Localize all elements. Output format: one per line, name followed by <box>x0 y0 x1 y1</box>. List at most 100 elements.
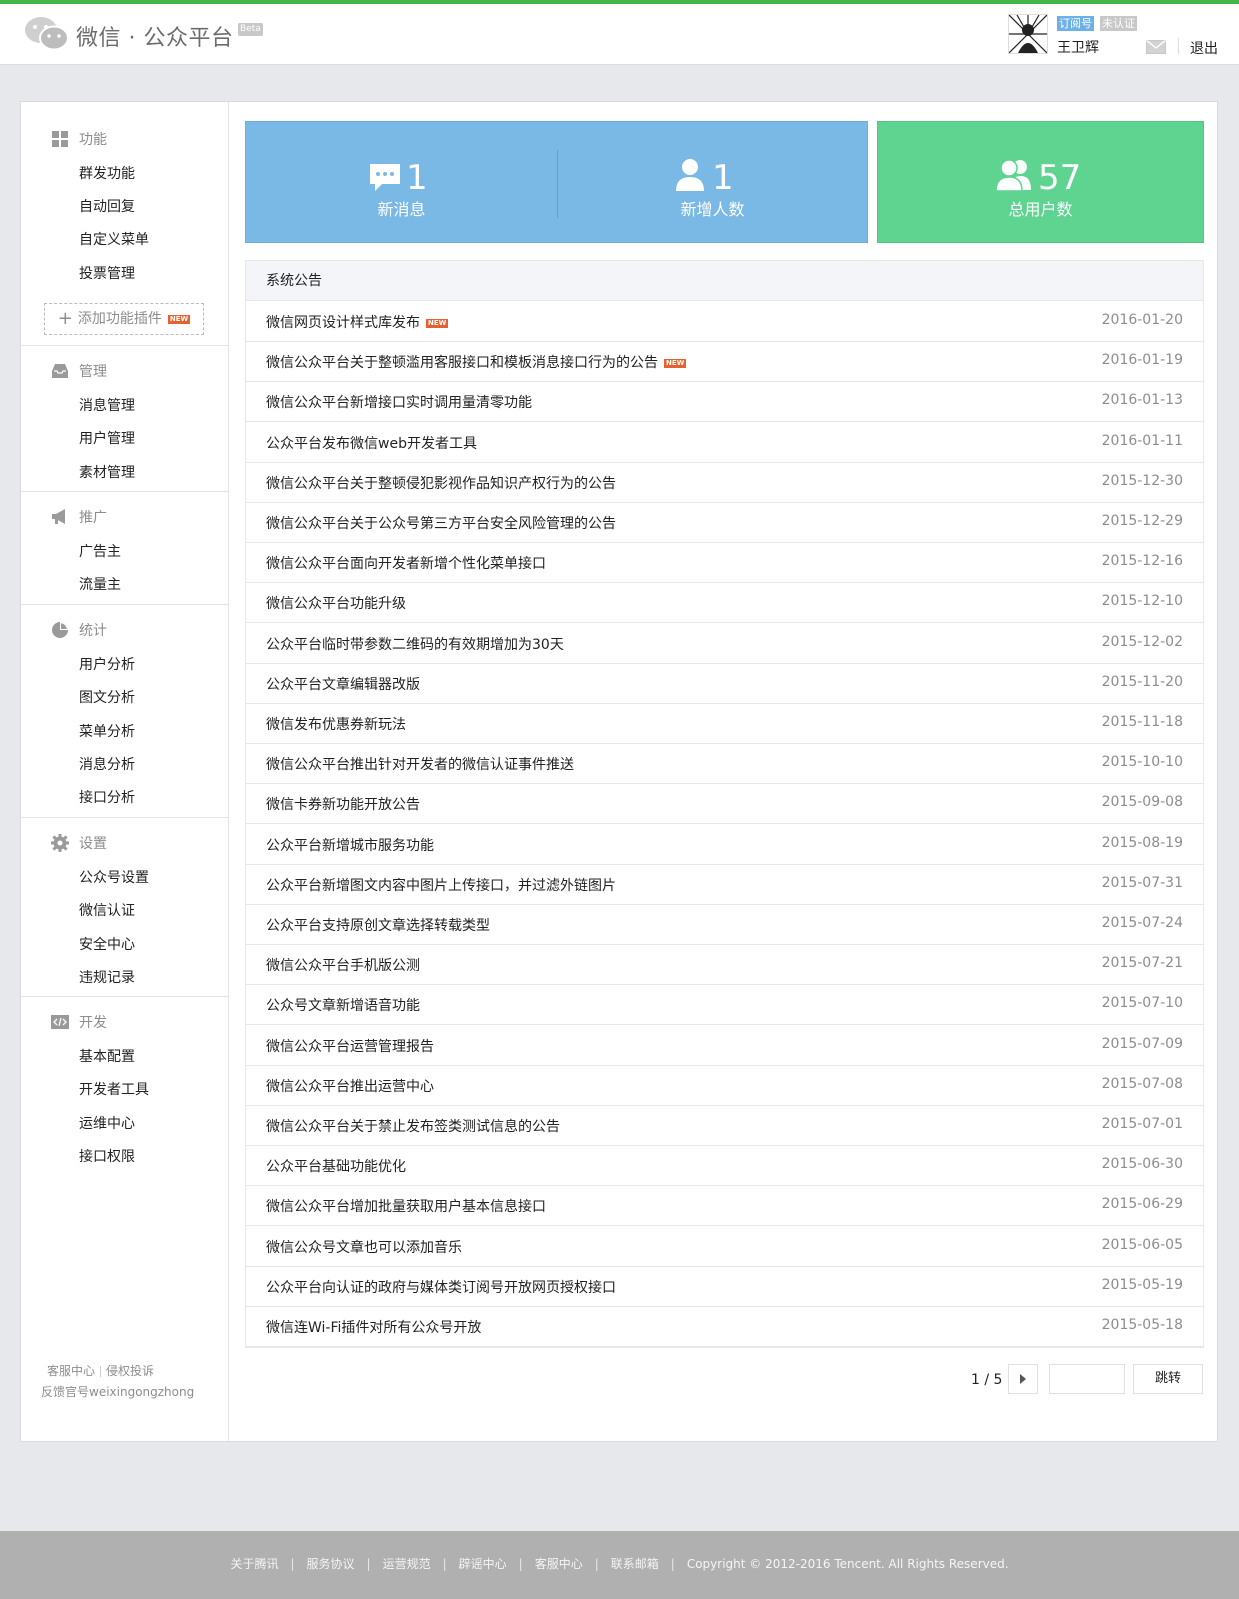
logout-link[interactable]: 退出 <box>1190 38 1218 58</box>
notice-row[interactable]: 微信公众平台增加批量获取用户基本信息接口 2015-06-29 <box>246 1185 1203 1227</box>
footer-link[interactable]: 辟谣中心 <box>459 1557 507 1571</box>
sidebar-menu-item[interactable]: 自动回复 <box>79 196 135 216</box>
notice-row[interactable]: 公众平台文章编辑器改版 2015-11-20 <box>246 663 1203 704</box>
stat-total-users[interactable]: 57 总用户数 <box>878 122 1203 242</box>
notice-title[interactable]: 公众平台新增城市服务功能 <box>266 835 434 855</box>
notice-row[interactable]: 微信公众平台新增接口实时调用量清零功能 2016-01-13 <box>246 381 1203 423</box>
notice-title[interactable]: 微信公众平台推出运营中心 <box>266 1076 434 1096</box>
customer-service-link[interactable]: 客服中心 <box>47 1364 95 1378</box>
notice-title[interactable]: 微信公众平台运营管理报告 <box>266 1036 434 1056</box>
notice-row[interactable]: 公众号文章新增语音功能 2015-07-10 <box>246 984 1203 1026</box>
footer-link[interactable]: 服务协议 <box>307 1557 355 1571</box>
sidebar-menu-item[interactable]: 开发者工具 <box>79 1079 149 1099</box>
wechat-logo-icon[interactable] <box>24 16 70 52</box>
sidebar-menu-item[interactable]: 基本配置 <box>79 1046 135 1066</box>
mail-icon[interactable] <box>1146 40 1166 54</box>
notice-title[interactable]: 公众平台向认证的政府与媒体类订阅号开放网页授权接口 <box>266 1277 616 1297</box>
notice-title[interactable]: 微信公众平台推出针对开发者的微信认证事件推送 <box>266 754 574 774</box>
notice-row[interactable]: 公众平台新增城市服务功能 2015-08-19 <box>246 824 1203 865</box>
sidebar-menu-item[interactable]: 自定义菜单 <box>79 229 149 249</box>
notice-row[interactable]: 微信公众平台推出针对开发者的微信认证事件推送 2015-10-10 <box>246 743 1203 785</box>
footer-link[interactable]: 关于腾讯 <box>230 1557 278 1571</box>
notice-title[interactable]: 公众平台临时带参数二维码的有效期增加为30天 <box>266 634 564 654</box>
notice-row[interactable]: 公众平台基础功能优化 2015-06-30 <box>246 1145 1203 1187</box>
sidebar-menu-item[interactable]: 群发功能 <box>79 163 135 183</box>
notice-title-text: 公众号文章新增语音功能 <box>266 998 420 1015</box>
notice-row[interactable]: 公众平台新增图文内容中图片上传接口，并过滤外链图片 2015-07-31 <box>246 864 1203 905</box>
sidebar-menu-item[interactable]: 公众号设置 <box>79 867 149 887</box>
sidebar-menu-item[interactable]: 图文分析 <box>79 687 135 707</box>
pie-chart-icon <box>51 621 69 639</box>
sidebar-menu-item[interactable]: 运维中心 <box>79 1113 135 1133</box>
notice-title[interactable]: 公众平台发布微信web开发者工具 <box>266 433 477 453</box>
sidebar-menu-item[interactable]: 用户管理 <box>79 428 135 448</box>
notice-row[interactable]: 微信公众平台关于公众号第三方平台安全风险管理的公告 2015-12-29 <box>246 502 1203 543</box>
notice-title[interactable]: 公众平台文章编辑器改版 <box>266 674 420 694</box>
sidebar-menu-item[interactable]: 接口权限 <box>79 1146 135 1166</box>
page-jump-input[interactable] <box>1049 1364 1125 1394</box>
notice-row[interactable]: 微信公众平台推出运营中心 2015-07-08 <box>246 1065 1203 1106</box>
sidebar-menu-item[interactable]: 菜单分析 <box>79 721 135 741</box>
notice-title[interactable]: 微信公众平台关于整顿滥用客服接口和模板消息接口行为的公告 NEW <box>266 352 687 372</box>
notice-title[interactable]: 微信连Wi-Fi插件对所有公众号开放 <box>266 1317 481 1337</box>
notice-title[interactable]: 微信公众平台功能升级 <box>266 593 406 613</box>
sidebar-menu-item[interactable]: 素材管理 <box>79 462 135 482</box>
notice-row[interactable]: 微信卡券新功能开放公告 2015-09-08 <box>246 783 1203 825</box>
sidebar-menu-item[interactable]: 微信认证 <box>79 900 135 920</box>
sidebar-menu-item[interactable]: 消息分析 <box>79 754 135 774</box>
notice-row[interactable]: 微信公众平台手机版公测 2015-07-21 <box>246 944 1203 986</box>
sidebar-menu-item[interactable]: 广告主 <box>79 541 121 561</box>
notice-title[interactable]: 公众号文章新增语音功能 <box>266 995 420 1015</box>
notice-title[interactable]: 微信公众平台面向开发者新增个性化菜单接口 <box>266 553 546 573</box>
brand-title[interactable]: 微信 · 公众平台 <box>76 20 233 52</box>
notice-title[interactable]: 微信公众平台新增接口实时调用量清零功能 <box>266 392 532 412</box>
sidebar-menu-item[interactable]: 安全中心 <box>79 934 135 954</box>
notice-title[interactable]: 微信卡券新功能开放公告 <box>266 794 420 814</box>
footer-link[interactable]: 联系邮箱 <box>611 1557 659 1571</box>
avatar[interactable] <box>1008 14 1048 54</box>
notice-row[interactable]: 微信公众号文章也可以添加音乐 2015-06-05 <box>246 1226 1203 1267</box>
infringement-report-link[interactable]: 侵权投诉 <box>106 1364 154 1378</box>
notice-row[interactable]: 公众平台向认证的政府与媒体类订阅号开放网页授权接口 2015-05-19 <box>246 1266 1203 1307</box>
notice-row[interactable]: 微信连Wi-Fi插件对所有公众号开放 2015-05-18 <box>246 1306 1203 1347</box>
sidebar-menu-item[interactable]: 用户分析 <box>79 654 135 674</box>
notice-row[interactable]: 微信公众平台关于禁止发布签类测试信息的公告 2015-07-01 <box>246 1105 1203 1146</box>
notice-title[interactable]: 微信公众平台增加批量获取用户基本信息接口 <box>266 1196 546 1216</box>
notice-row[interactable]: 公众平台支持原创文章选择转载类型 2015-07-24 <box>246 904 1203 945</box>
sidebar-menu-item[interactable]: 消息管理 <box>79 395 135 415</box>
notice-title[interactable]: 微信公众平台关于公众号第三方平台安全风险管理的公告 <box>266 513 616 533</box>
footer-link[interactable]: 客服中心 <box>535 1557 583 1571</box>
next-page-button[interactable] <box>1008 1364 1038 1394</box>
jump-button[interactable]: 跳转 <box>1133 1364 1203 1394</box>
stat-new-messages[interactable]: 1 新消息 <box>246 122 557 242</box>
username[interactable]: 王卫辉 <box>1057 37 1099 57</box>
footer-link[interactable]: 运营规范 <box>383 1557 431 1571</box>
notice-title[interactable]: 微信公众平台关于禁止发布签类测试信息的公告 <box>266 1116 560 1136</box>
notice-row[interactable]: 微信公众平台面向开发者新增个性化菜单接口 2015-12-16 <box>246 542 1203 584</box>
notice-row[interactable]: 微信公众平台关于整顿侵犯影视作品知识产权行为的公告 2015-12-30 <box>246 462 1203 503</box>
notice-row[interactable]: 微信公众平台功能升级 2015-12-10 <box>246 582 1203 624</box>
notice-row[interactable]: 公众平台临时带参数二维码的有效期增加为30天 2015-12-02 <box>246 623 1203 664</box>
notice-title[interactable]: 微信公众号文章也可以添加音乐 <box>266 1237 462 1257</box>
stat-new-followers[interactable]: 1 新增人数 <box>558 122 867 242</box>
notice-row[interactable]: 微信公众平台运营管理报告 2015-07-09 <box>246 1025 1203 1066</box>
notice-title[interactable]: 公众平台支持原创文章选择转载类型 <box>266 915 490 935</box>
add-plugin-button[interactable]: + 添加功能插件 NEW <box>44 303 204 335</box>
notice-title[interactable]: 公众平台新增图文内容中图片上传接口，并过滤外链图片 <box>266 875 616 895</box>
sidebar-menu-item[interactable]: 违规记录 <box>79 967 135 987</box>
notice-row[interactable]: 微信网页设计样式库发布 NEW 2016-01-20 <box>246 301 1203 342</box>
megaphone-icon <box>51 508 69 526</box>
sidebar-menu-item[interactable]: 流量主 <box>79 574 121 594</box>
notice-row[interactable]: 公众平台发布微信web开发者工具 2016-01-11 <box>246 422 1203 463</box>
sidebar-menu-item[interactable]: 投票管理 <box>79 263 135 283</box>
sidebar-menu-item[interactable]: 接口分析 <box>79 787 135 807</box>
notice-title[interactable]: 微信公众平台手机版公测 <box>266 955 420 975</box>
notice-title[interactable]: 微信发布优惠券新玩法 <box>266 714 406 734</box>
notice-row[interactable]: 微信发布优惠券新玩法 2015-11-18 <box>246 703 1203 744</box>
notice-title[interactable]: 微信网页设计样式库发布 NEW <box>266 312 449 332</box>
message-icon <box>370 164 400 191</box>
notice-title[interactable]: 微信公众平台关于整顿侵犯影视作品知识产权行为的公告 <box>266 473 616 493</box>
notice-row[interactable]: 微信公众平台关于整顿滥用客服接口和模板消息接口行为的公告 NEW 2016-01-1… <box>246 341 1203 383</box>
notice-title[interactable]: 公众平台基础功能优化 <box>266 1156 406 1176</box>
notice-date: 2015-09-08 <box>1101 794 1183 811</box>
